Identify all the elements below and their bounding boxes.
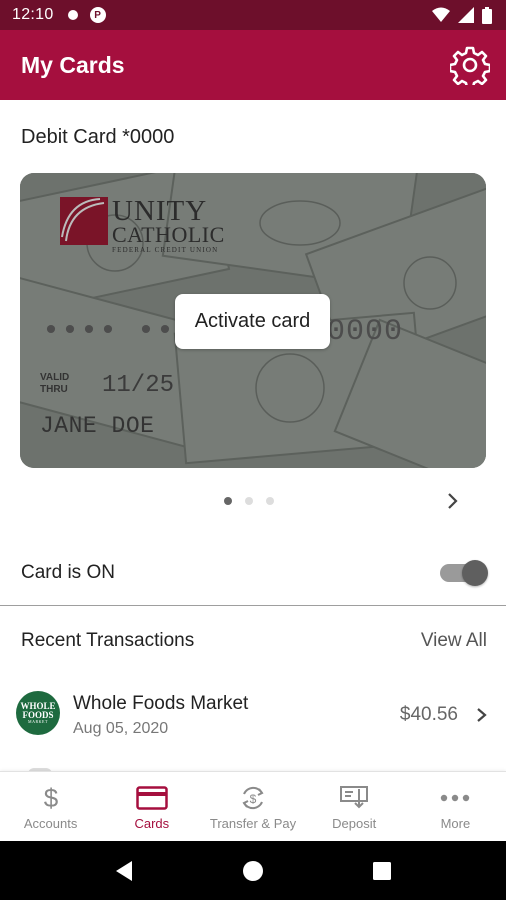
nav-more[interactable]: More xyxy=(405,772,506,841)
next-card-button[interactable] xyxy=(440,488,466,514)
nav-label: Cards xyxy=(134,816,170,831)
pager-dot[interactable] xyxy=(224,497,232,505)
svg-text:$: $ xyxy=(43,784,58,812)
card-status-label: Card is ON xyxy=(21,562,115,583)
nav-label: Deposit xyxy=(332,816,377,831)
merchant-logo-line-3: MARKET xyxy=(28,719,48,725)
home-icon xyxy=(242,860,263,881)
activate-card-button[interactable]: Activate card xyxy=(175,294,330,349)
brand-line-2: CATHOLIC xyxy=(112,222,225,247)
merchant-name: Whole Foods Market xyxy=(73,693,249,714)
battery-icon xyxy=(482,6,492,24)
transaction-row[interactable]: WHOLE FOODS MARKET Whole Foods Market Au… xyxy=(0,680,506,752)
chevron-right-icon xyxy=(448,493,458,509)
status-system-icons xyxy=(432,6,492,24)
back-button[interactable] xyxy=(104,851,144,891)
recents-button[interactable] xyxy=(362,851,402,891)
dot-icon xyxy=(67,10,78,20)
bottom-navigation: $ Accounts Cards $ Transfer & Pay Deposi… xyxy=(0,771,506,841)
settings-button[interactable] xyxy=(448,43,492,87)
system-navigation-bar xyxy=(0,841,506,900)
merchant-logo: WHOLE FOODS MARKET xyxy=(16,691,60,735)
cellular-icon xyxy=(458,7,474,23)
view-all-link[interactable]: View All xyxy=(421,630,487,652)
brand-line-3: FEDERAL CREDIT UNION xyxy=(112,246,219,254)
chevron-right-icon xyxy=(473,704,491,726)
nav-cards[interactable]: Cards xyxy=(101,772,202,841)
nav-transfer-pay[interactable]: $ Transfer & Pay xyxy=(202,772,303,841)
gear-icon xyxy=(450,46,490,85)
card-holder-name: JANE DOE xyxy=(40,413,155,439)
transfer-icon: $ xyxy=(236,783,270,813)
nav-label: Accounts xyxy=(23,816,78,831)
card-pager xyxy=(224,497,274,505)
nav-label: More xyxy=(440,816,471,831)
nav-accounts[interactable]: $ Accounts xyxy=(0,772,101,841)
card-expiry: 11/25 xyxy=(102,372,175,399)
deposit-check-icon xyxy=(337,783,371,813)
status-time: 12:10 xyxy=(12,6,54,23)
divider xyxy=(0,605,506,606)
valid-thru-label: VALID THRU xyxy=(40,372,69,396)
card-heading: Debit Card *0000 xyxy=(21,126,175,148)
page-title: My Cards xyxy=(21,51,125,78)
card-brand-logo: UNITY CATHOLIC FEDERAL CREDIT UNION xyxy=(60,197,225,254)
dollar-icon: $ xyxy=(34,783,68,813)
card-on-toggle[interactable] xyxy=(440,560,488,586)
transaction-date: Aug 05, 2020 xyxy=(73,720,169,737)
transaction-amount: $40.56 xyxy=(399,704,458,725)
valid-label: VALID xyxy=(40,372,70,383)
toggle-thumb xyxy=(462,560,488,586)
recent-transactions-title: Recent Transactions xyxy=(21,630,195,651)
pager-dot[interactable] xyxy=(245,497,253,505)
svg-text:$: $ xyxy=(250,792,257,806)
pager-dot[interactable] xyxy=(266,497,274,505)
status-bar: 12:10 P xyxy=(0,0,506,30)
nav-deposit[interactable]: Deposit xyxy=(304,772,405,841)
nav-label: Transfer & Pay xyxy=(209,816,297,831)
wifi-icon xyxy=(432,7,450,22)
app-bar: My Cards xyxy=(0,30,506,100)
recents-icon xyxy=(372,861,391,880)
back-icon xyxy=(116,860,133,881)
card-icon xyxy=(135,783,169,813)
more-icon xyxy=(438,783,472,813)
pill-icon: P xyxy=(89,7,106,23)
home-button[interactable] xyxy=(233,851,273,891)
merchant-logo-line-2: FOODS xyxy=(22,709,54,720)
credit-union-logo-icon xyxy=(60,197,108,245)
thru-label: THRU xyxy=(40,384,68,395)
